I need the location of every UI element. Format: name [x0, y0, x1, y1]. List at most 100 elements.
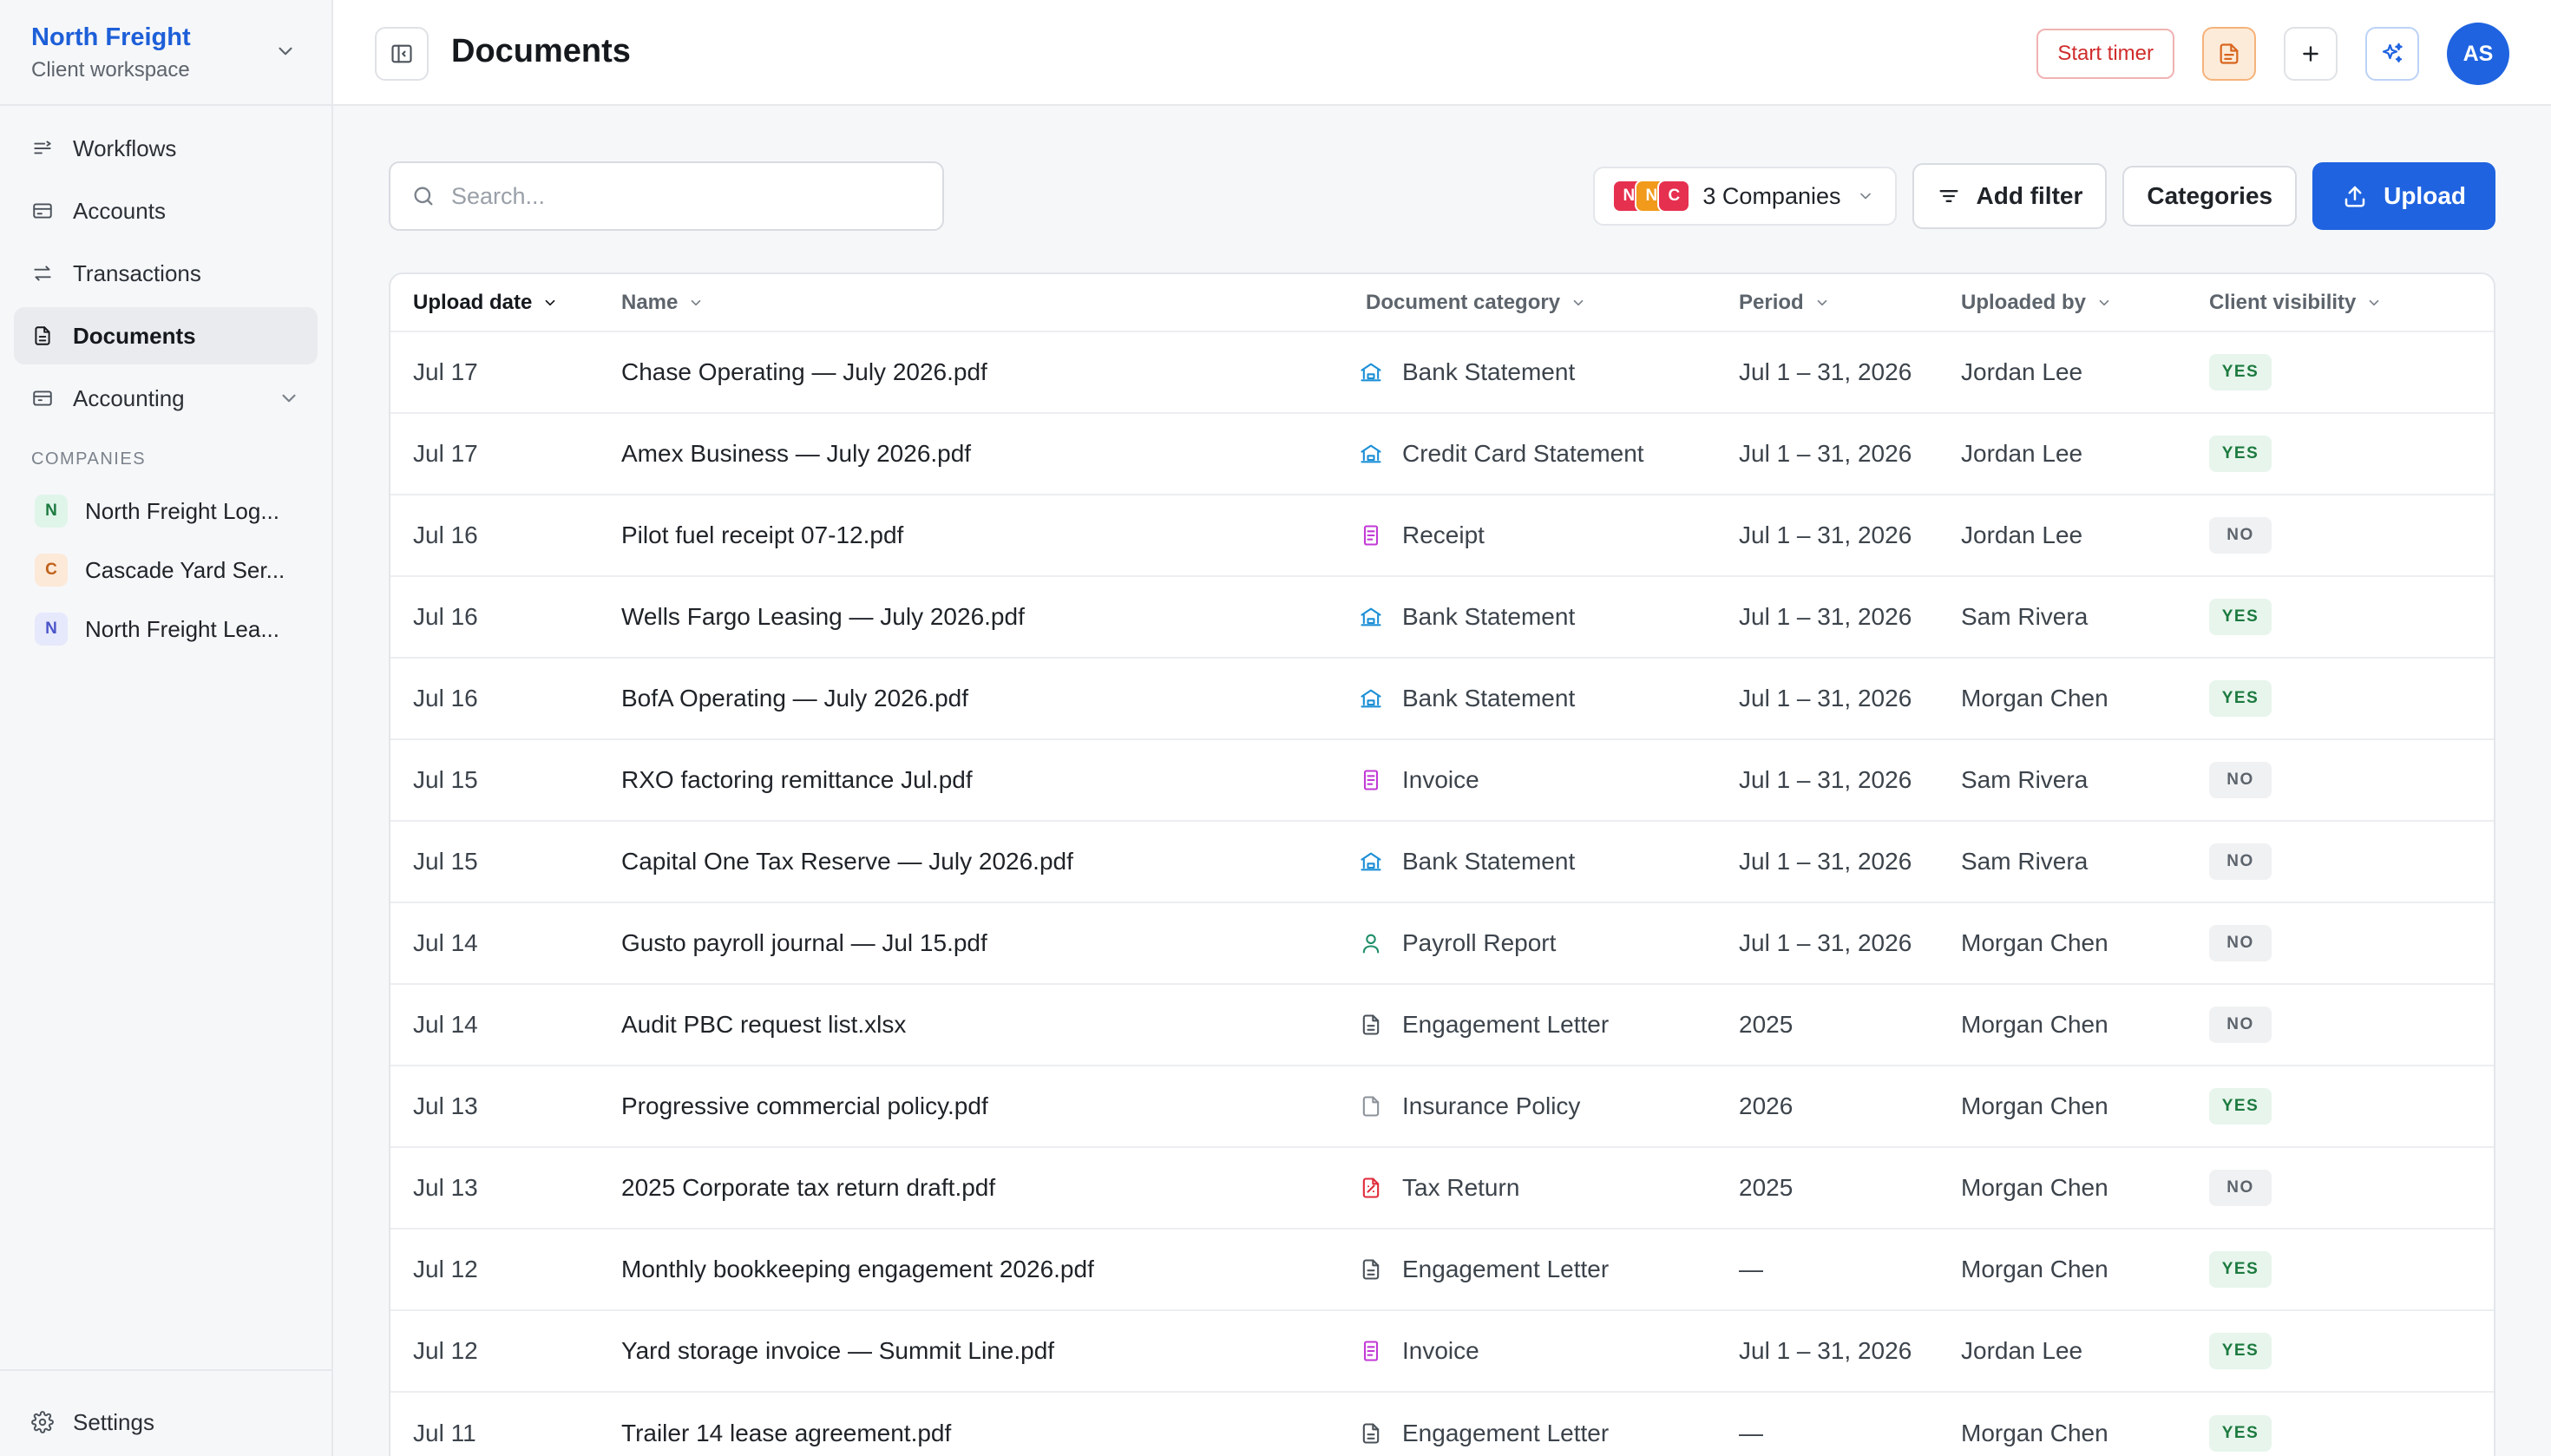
table-row[interactable]: Jul 13 2025 Corporate tax return draft.pd…	[390, 1146, 2494, 1229]
client-visibility[interactable]: YES	[2187, 657, 2494, 739]
sidebar-nav: Workflows Accounts Transactions Documents Ac…	[0, 106, 331, 427]
visibility-badge[interactable]: YES	[2209, 354, 2272, 390]
table-row[interactable]: Jul 13 Progressive commercial policy.pdf I…	[390, 1065, 2494, 1147]
upload-date: Jul 14	[390, 983, 599, 1066]
visibility-badge[interactable]: YES	[2209, 680, 2272, 717]
document-name[interactable]: 2025 Corporate tax return draft.pdf	[599, 1146, 1343, 1229]
table-row[interactable]: Jul 16 Wells Fargo Leasing — July 2026.pd…	[390, 575, 2494, 658]
client-visibility[interactable]: YES	[2187, 331, 2494, 413]
sidebar-item-accounts[interactable]: Accounts	[14, 182, 318, 239]
table-row[interactable]: Jul 17 Chase Operating — July 2026.pdf Ban…	[390, 331, 2494, 413]
document-name[interactable]: Wells Fargo Leasing — July 2026.pdf	[599, 575, 1343, 658]
client-visibility[interactable]: NO	[2187, 1146, 2494, 1229]
chevron-down-icon	[1859, 193, 1871, 200]
column-header-upload-date[interactable]: Upload date	[390, 274, 599, 331]
visibility-badge[interactable]: NO	[2209, 843, 2272, 880]
user-avatar[interactable]: AS	[2447, 23, 2509, 85]
upload-date: Jul 15	[390, 738, 599, 821]
sidebar-item-label: Settings	[73, 1408, 154, 1435]
file-icon	[1362, 1096, 1380, 1117]
sidebar-item-transactions[interactable]: Transactions	[14, 245, 318, 302]
table-row[interactable]: Jul 12 Yard storage invoice — Summit Line…	[390, 1309, 2494, 1392]
client-visibility[interactable]: YES	[2187, 412, 2494, 495]
top-actions: Start timer AS	[2036, 23, 2509, 85]
document-name[interactable]: Capital One Tax Reserve — July 2026.pdf	[599, 820, 1343, 902]
visibility-badge[interactable]: NO	[2209, 1170, 2272, 1206]
table-row[interactable]: Jul 15 RXO factoring remittance Jul.pdf In…	[390, 738, 2494, 821]
upload-button[interactable]: Upload	[2312, 162, 2495, 230]
uploaded-by: Jordan Lee	[1938, 412, 2187, 495]
sidebar-item-documents[interactable]: Documents	[14, 307, 318, 364]
period: Jul 1 – 31, 2026	[1716, 657, 1938, 739]
search-input[interactable]	[451, 182, 920, 210]
company-filter-button[interactable]: NNC 3 Companies	[1593, 167, 1897, 226]
client-visibility[interactable]: YES	[2187, 1228, 2494, 1310]
notes-button[interactable]	[2202, 27, 2256, 81]
visibility-badge[interactable]: YES	[2209, 1414, 2272, 1452]
column-header-document-category[interactable]: Document category	[1343, 274, 1716, 331]
document-category: Invoice	[1343, 738, 1716, 821]
table-row[interactable]: Jul 14 Audit PBC request list.xlsx Engagem…	[390, 983, 2494, 1066]
workspace-switcher[interactable]: North Freight Client workspace	[0, 0, 331, 106]
sidebar-item-accounting[interactable]: Accounting	[14, 370, 318, 427]
document-name[interactable]: Audit PBC request list.xlsx	[599, 983, 1343, 1066]
sidebar-company-item[interactable]: N North Freight Lea...	[0, 600, 331, 659]
table-row[interactable]: Jul 15 Capital One Tax Reserve — July 202…	[390, 820, 2494, 902]
period: 2026	[1716, 1065, 1938, 1147]
document-name[interactable]: RXO factoring remittance Jul.pdf	[599, 738, 1343, 821]
column-header-uploaded-by[interactable]: Uploaded by	[1938, 274, 2187, 331]
visibility-badge[interactable]: NO	[2209, 1007, 2272, 1043]
sidebar-item-workflows[interactable]: Workflows	[14, 120, 318, 177]
visibility-badge[interactable]: YES	[2209, 436, 2272, 472]
document-name[interactable]: BofA Operating — July 2026.pdf	[599, 657, 1343, 739]
sidebar-company-item[interactable]: C Cascade Yard Ser...	[0, 541, 331, 600]
client-visibility[interactable]: YES	[2187, 575, 2494, 658]
document-name[interactable]: Pilot fuel receipt 07-12.pdf	[599, 494, 1343, 576]
visibility-badge[interactable]: YES	[2209, 1333, 2272, 1369]
column-header-label: Upload date	[413, 290, 533, 314]
categories-button[interactable]: Categories	[2122, 166, 2298, 226]
document-name[interactable]: Amex Business — July 2026.pdf	[599, 412, 1343, 495]
document-name[interactable]: Yard storage invoice — Summit Line.pdf	[599, 1309, 1343, 1392]
table-row[interactable]: Jul 11 Trailer 14 lease agreement.pdf Enga…	[390, 1391, 2494, 1456]
table-row[interactable]: Jul 12 Monthly bookkeeping engagement 202…	[390, 1228, 2494, 1310]
column-header-client-visibility[interactable]: Client visibility	[2187, 274, 2494, 331]
collapse-sidebar-button[interactable]	[375, 27, 429, 81]
search-box[interactable]	[389, 161, 944, 231]
receipt-icon	[1363, 770, 1379, 790]
visibility-badge[interactable]: YES	[2209, 1251, 2272, 1288]
client-visibility[interactable]: NO	[2187, 494, 2494, 576]
ai-assistant-button[interactable]	[2365, 27, 2419, 81]
file-text-icon	[1362, 1259, 1380, 1280]
document-name[interactable]: Gusto payroll journal — Jul 15.pdf	[599, 902, 1343, 984]
visibility-badge[interactable]: NO	[2209, 925, 2272, 961]
table-row[interactable]: Jul 16 BofA Operating — July 2026.pdf Bank…	[390, 657, 2494, 739]
client-visibility[interactable]: NO	[2187, 820, 2494, 902]
visibility-badge[interactable]: YES	[2209, 1088, 2272, 1125]
document-name[interactable]: Trailer 14 lease agreement.pdf	[599, 1391, 1343, 1456]
visibility-badge[interactable]: YES	[2209, 599, 2272, 635]
visibility-badge[interactable]: NO	[2209, 517, 2272, 554]
document-name[interactable]: Progressive commercial policy.pdf	[599, 1065, 1343, 1147]
table-row[interactable]: Jul 14 Gusto payroll journal — Jul 15.pdf…	[390, 902, 2494, 984]
client-visibility[interactable]: YES	[2187, 1309, 2494, 1392]
start-timer-button[interactable]: Start timer	[2036, 29, 2174, 79]
add-button[interactable]	[2284, 27, 2338, 81]
table-row[interactable]: Jul 17 Amex Business — July 2026.pdf Credi…	[390, 412, 2494, 495]
table-row[interactable]: Jul 16 Pilot fuel receipt 07-12.pdf Receip…	[390, 494, 2494, 576]
client-visibility[interactable]: NO	[2187, 738, 2494, 821]
add-filter-button[interactable]: Add filter	[1912, 163, 2108, 229]
client-visibility[interactable]: YES	[2187, 1391, 2494, 1456]
client-visibility[interactable]: YES	[2187, 1065, 2494, 1147]
sidebar-company-item[interactable]: N North Freight Log...	[0, 482, 331, 541]
document-name[interactable]: Monthly bookkeeping engagement 2026.pdf	[599, 1228, 1343, 1310]
client-visibility[interactable]: NO	[2187, 902, 2494, 984]
column-header-period[interactable]: Period	[1716, 274, 1938, 331]
document-name[interactable]: Chase Operating — July 2026.pdf	[599, 331, 1343, 413]
column-header-name[interactable]: Name	[599, 274, 1343, 331]
visibility-badge[interactable]: NO	[2209, 762, 2272, 798]
sidebar-item-settings[interactable]: Settings	[14, 1394, 318, 1451]
column-header-label: Client visibility	[2209, 290, 2357, 314]
client-visibility[interactable]: NO	[2187, 983, 2494, 1066]
company-badge: C	[35, 554, 68, 587]
